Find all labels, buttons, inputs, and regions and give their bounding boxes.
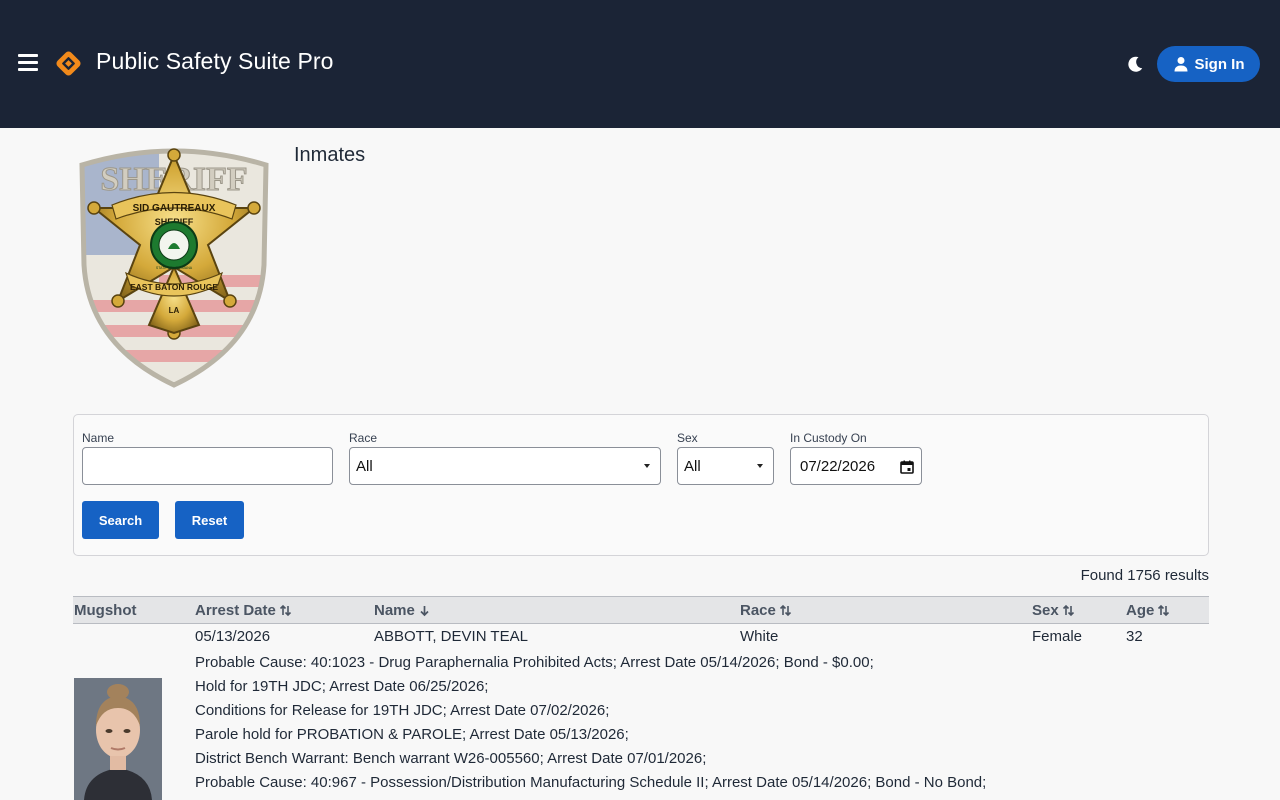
arrow-down-icon[interactable] <box>418 604 431 617</box>
arrest-date-cell: 05/13/2026 <box>195 628 271 645</box>
column-header-name[interactable]: Name <box>374 602 431 619</box>
custody-field: In Custody On 07/22/2026 <box>790 431 922 485</box>
column-label: Age <box>1126 602 1155 619</box>
sort-icon[interactable] <box>1157 604 1170 617</box>
column-label: Mugshot <box>74 602 137 619</box>
sign-in-button[interactable]: Sign In <box>1157 46 1260 82</box>
name-label: Name <box>82 431 115 445</box>
filter-panel: Name Race All Sex All In Custody On 07/2… <box>73 414 1209 556</box>
user-icon <box>1174 57 1187 72</box>
chevron-down-icon <box>757 464 763 468</box>
moon-icon[interactable] <box>1125 54 1145 74</box>
race-field: Race All <box>349 431 661 485</box>
sex-cell: Female <box>1032 628 1083 645</box>
column-label: Race <box>740 602 776 619</box>
charge-line: District Bench Warrant: Bench warrant W2… <box>195 750 707 767</box>
sort-icon[interactable] <box>1062 604 1075 617</box>
custody-date-input[interactable]: 07/22/2026 <box>790 447 922 485</box>
name-cell: ABBOTT, DEVIN TEAL <box>374 628 528 645</box>
search-button[interactable]: Search <box>82 501 159 539</box>
sheriff-badge-logo: SHERIFF SID GAUTREAUX SHERIFF STATE OF L… <box>79 148 269 388</box>
column-label: Name <box>374 602 415 619</box>
results-count: Found 1756 results <box>1080 567 1209 584</box>
charge-line: Conditions for Release for 19TH JDC; Arr… <box>195 702 610 719</box>
charge-line: Hold for 19TH JDC; Arrest Date 06/25/202… <box>195 678 489 695</box>
sort-icon[interactable] <box>279 604 292 617</box>
column-header-race[interactable]: Race <box>740 602 792 619</box>
age-cell: 32 <box>1126 628 1143 645</box>
sign-in-label: Sign In <box>1194 55 1245 73</box>
top-bar: Public Safety Suite Pro Sign In <box>0 0 1280 128</box>
chevron-down-icon <box>644 464 650 468</box>
name-field: Name <box>82 431 333 485</box>
page-title: Inmates <box>294 144 366 166</box>
sex-select-value: All <box>684 457 701 475</box>
app-title: Public Safety Suite Pro <box>96 48 334 74</box>
column-label: Arrest Date <box>195 602 276 619</box>
name-input[interactable] <box>82 447 333 485</box>
badge-bottom-text: EAST BATON ROUGE <box>130 282 218 292</box>
column-header-sex[interactable]: Sex <box>1032 602 1075 619</box>
table-header: Mugshot Arrest Date Name Race Sex Age <box>73 596 1209 624</box>
column-label: Sex <box>1032 602 1059 619</box>
column-header-age[interactable]: Age <box>1126 602 1170 619</box>
column-header-mugshot: Mugshot <box>74 602 136 619</box>
hamburger-menu-icon[interactable] <box>18 54 38 72</box>
reset-button[interactable]: Reset <box>175 501 244 539</box>
race-cell: White <box>740 628 779 645</box>
badge-seal-text: STATE OF LOUISIANA <box>156 266 193 270</box>
mugshot-image[interactable] <box>74 678 162 800</box>
custody-date-value: 07/22/2026 <box>800 457 876 475</box>
sex-label: Sex <box>677 431 698 445</box>
custody-label: In Custody On <box>790 431 867 445</box>
charge-line: Probable Cause: 40:967 - Possession/Dist… <box>195 774 987 791</box>
diamond-logo-icon[interactable] <box>55 50 82 77</box>
charge-line: Probable Cause: 40:1023 - Drug Paraphern… <box>195 654 874 671</box>
race-select[interactable]: All <box>349 447 661 485</box>
sex-select[interactable]: All <box>677 447 774 485</box>
column-header-arrest-date[interactable]: Arrest Date <box>195 602 292 619</box>
race-select-value: All <box>356 457 373 475</box>
sort-icon[interactable] <box>779 604 792 617</box>
race-label: Race <box>349 431 378 445</box>
calendar-icon[interactable] <box>900 460 914 474</box>
charge-line: Parole hold for PROBATION & PAROLE; Arre… <box>195 726 629 743</box>
badge-tip-text: LA <box>169 306 180 315</box>
badge-name-text: SID GAUTREAUX <box>133 203 216 214</box>
sex-field: Sex All <box>677 431 774 485</box>
